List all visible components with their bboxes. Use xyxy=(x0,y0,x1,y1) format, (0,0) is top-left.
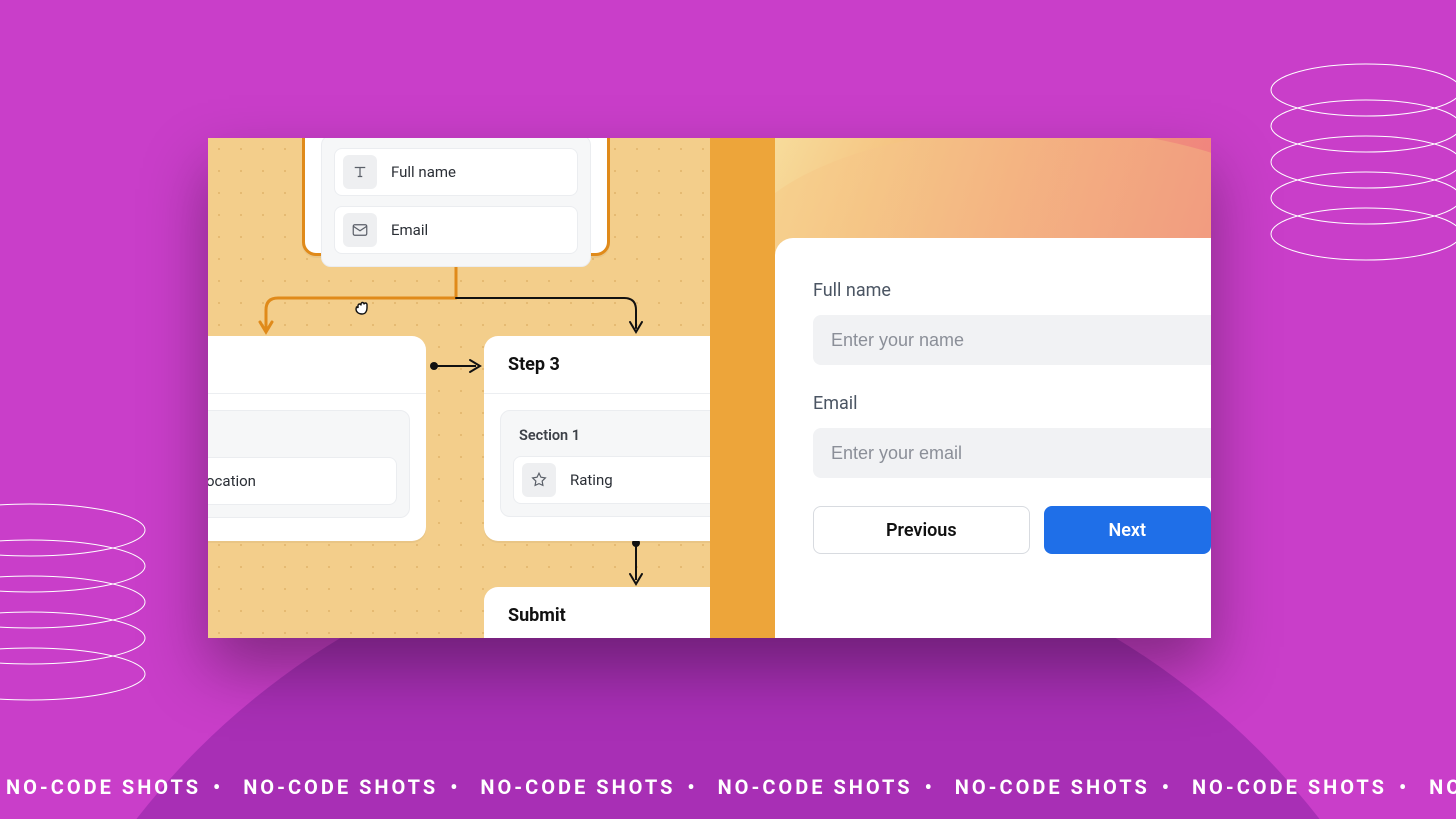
flow-section-title: Section 1 xyxy=(513,423,710,456)
next-button[interactable]: Next xyxy=(1044,506,1211,554)
mail-icon xyxy=(343,213,377,247)
flow-section: Section 1 Rating xyxy=(500,410,710,517)
flow-section: ocation xyxy=(208,410,410,518)
email-label: Email xyxy=(813,393,1211,414)
flow-node-title: Submit xyxy=(484,587,710,638)
flow-section: Full name Email xyxy=(321,138,591,267)
full-name-input[interactable] xyxy=(813,315,1211,365)
divider-band xyxy=(710,138,775,638)
flow-field-label: Full name xyxy=(391,163,456,181)
decoration-coil-bottom-left xyxy=(0,500,150,720)
flow-node-submit[interactable]: Submit xyxy=(484,587,710,638)
flow-node-step-2[interactable]: ocation xyxy=(208,336,426,541)
flow-field-rating[interactable]: Rating xyxy=(513,456,710,504)
previous-button[interactable]: Previous xyxy=(813,506,1030,554)
full-name-label: Full name xyxy=(813,280,1211,301)
flow-field-full-name[interactable]: Full name xyxy=(334,148,578,196)
flow-builder-canvas[interactable]: Full name Email ocation xyxy=(208,138,710,638)
flow-node-title: Step 3 xyxy=(484,336,710,394)
screenshot-card: Full name Email ocation xyxy=(208,138,1211,638)
flow-node-step-selected[interactable]: Full name Email xyxy=(302,138,610,256)
flow-field-location[interactable]: ocation xyxy=(208,457,397,505)
text-icon xyxy=(343,155,377,189)
flow-node-step-3[interactable]: Step 3 Section 1 Rating xyxy=(484,336,710,541)
form-preview-pane: Full name Email Previous Next xyxy=(775,138,1211,638)
star-icon xyxy=(522,463,556,497)
flow-field-label: Rating xyxy=(570,471,613,489)
flow-field-label: ocation xyxy=(208,472,256,490)
form-surface: Full name Email Previous Next xyxy=(775,238,1211,638)
email-input[interactable] xyxy=(813,428,1211,478)
decoration-coil-top-right xyxy=(1266,60,1456,280)
flow-field-email[interactable]: Email xyxy=(334,206,578,254)
grab-cursor-icon xyxy=(351,296,375,320)
flow-field-label: Email xyxy=(391,221,428,239)
footer-marquee: NO-CODE SHOTS• NO-CODE SHOTS• NO-CODE SH… xyxy=(0,775,1456,799)
